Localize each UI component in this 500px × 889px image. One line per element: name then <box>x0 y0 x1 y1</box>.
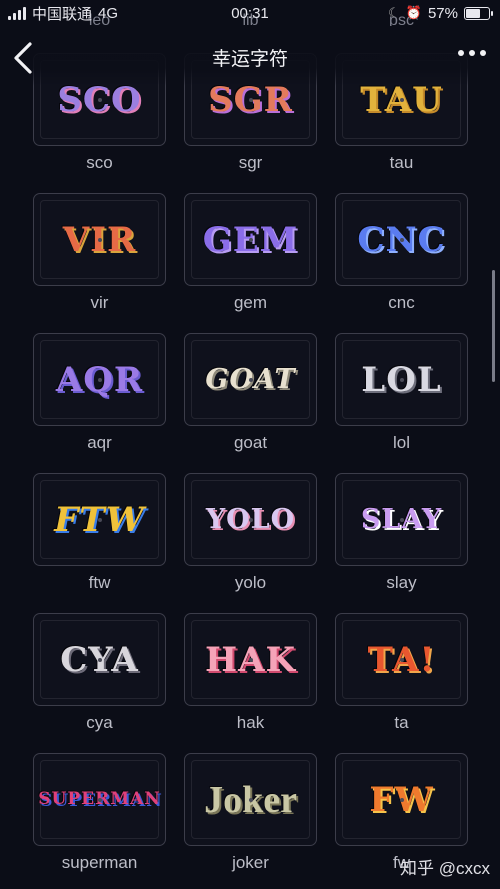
symbol-card[interactable]: Joker <box>184 753 317 846</box>
symbol-art: YOLO <box>205 504 296 535</box>
network-type: 4G <box>98 4 119 22</box>
symbol-label: cnc <box>388 293 415 312</box>
alarm-icon: ⏰ <box>405 5 422 20</box>
card-frame <box>342 620 461 699</box>
symbol-item-aqr[interactable]: AQR aqr <box>33 333 166 461</box>
symbol-label: hak <box>236 713 265 732</box>
symbol-card[interactable]: VIR <box>33 193 166 286</box>
symbol-label: sgr <box>238 153 263 172</box>
symbol-card[interactable]: AQR <box>33 333 166 426</box>
card-frame <box>342 760 461 839</box>
status-bar: 中国联通 4G 00:31 ☾ ⏰ 57% <box>0 0 500 26</box>
symbol-card[interactable]: TA! <box>335 613 468 706</box>
card-frame <box>40 620 159 699</box>
symbol-label: gem <box>233 293 268 312</box>
battery-percent: 57% <box>427 4 458 22</box>
symbol-item-cya[interactable]: CYA cya <box>33 613 166 741</box>
symbol-card[interactable]: FW <box>335 753 468 846</box>
card-frame <box>40 200 159 279</box>
symbol-label: ftw <box>88 573 111 592</box>
symbol-art: TAU <box>360 79 443 120</box>
symbol-item-superman[interactable]: SUPERMAN superman <box>33 753 166 881</box>
symbol-label: vir <box>90 293 109 312</box>
symbol-card[interactable]: CNC <box>335 193 468 286</box>
symbol-art: CNC <box>357 219 446 260</box>
battery-icon <box>464 6 493 20</box>
watermark: 知乎 @cxcx <box>400 859 490 878</box>
symbol-card[interactable]: LOL <box>335 333 468 426</box>
symbol-item-cnc[interactable]: CNC cnc <box>335 193 468 321</box>
symbol-art: TA! <box>367 639 436 680</box>
symbol-label: superman <box>61 853 138 872</box>
symbol-art: FW <box>369 779 434 820</box>
card-frame <box>342 340 461 419</box>
symbol-label: lol <box>392 433 410 452</box>
symbol-card[interactable]: GEM <box>184 193 317 286</box>
symbol-card[interactable]: SUPERMAN <box>33 753 166 846</box>
symbol-art: HAK <box>204 639 297 680</box>
symbol-item-hak[interactable]: HAK hak <box>184 613 317 741</box>
symbol-art: SCO <box>57 79 142 120</box>
symbol-item-goat[interactable]: GOAT goat <box>184 333 317 461</box>
clock: 00:31 <box>231 4 269 22</box>
symbol-art: GEM <box>202 219 299 260</box>
symbol-label: goat <box>233 433 268 452</box>
symbol-art: LOL <box>361 359 442 400</box>
symbol-art: CYA <box>60 639 139 680</box>
moon-icon: ☾ <box>388 5 400 20</box>
symbol-card[interactable]: FTW <box>33 473 166 566</box>
symbol-item-slay[interactable]: SLAY slay <box>335 473 468 601</box>
page-title: 幸运字符 <box>211 49 288 70</box>
symbol-item-yolo[interactable]: YOLO yolo <box>184 473 317 601</box>
nav-bar: 幸运字符 <box>0 26 500 86</box>
symbol-art: GOAT <box>205 364 296 395</box>
symbol-art: FTW <box>54 499 145 540</box>
symbol-item-lol[interactable]: LOL lol <box>335 333 468 461</box>
more-dots-icon <box>458 50 464 56</box>
symbol-item-joker[interactable]: Joker joker <box>184 753 317 881</box>
symbol-card[interactable]: CYA <box>33 613 166 706</box>
symbol-art: AQR <box>55 359 144 400</box>
more-button[interactable] <box>458 50 486 56</box>
symbol-label: slay <box>386 573 417 592</box>
symbol-card[interactable]: HAK <box>184 613 317 706</box>
symbol-label: tau <box>389 153 414 172</box>
symbol-art: VIR <box>62 219 137 260</box>
symbol-label: sco <box>86 153 113 172</box>
symbol-card[interactable]: GOAT <box>184 333 317 426</box>
symbol-label: aqr <box>87 433 112 452</box>
symbol-label: ta <box>394 713 409 732</box>
symbol-art: SGR <box>208 79 293 120</box>
symbol-item-vir[interactable]: VIR vir <box>33 193 166 321</box>
symbol-label: yolo <box>234 573 267 592</box>
symbol-item-ftw[interactable]: FTW ftw <box>33 473 166 601</box>
signal-icon <box>8 6 26 20</box>
symbol-item-gem[interactable]: GEM gem <box>184 193 317 321</box>
symbol-art: Joker <box>204 778 297 821</box>
symbol-art: SUPERMAN <box>38 789 161 809</box>
symbol-art: SLAY <box>360 504 443 535</box>
symbol-card[interactable]: SLAY <box>335 473 468 566</box>
symbol-label: joker <box>232 853 269 872</box>
symbol-item-ta[interactable]: TA! ta <box>335 613 468 741</box>
carrier-name: 中国联通 <box>32 5 93 23</box>
scrollbar[interactable] <box>492 270 495 382</box>
symbol-label: cya <box>86 713 113 732</box>
symbol-card[interactable]: YOLO <box>184 473 317 566</box>
